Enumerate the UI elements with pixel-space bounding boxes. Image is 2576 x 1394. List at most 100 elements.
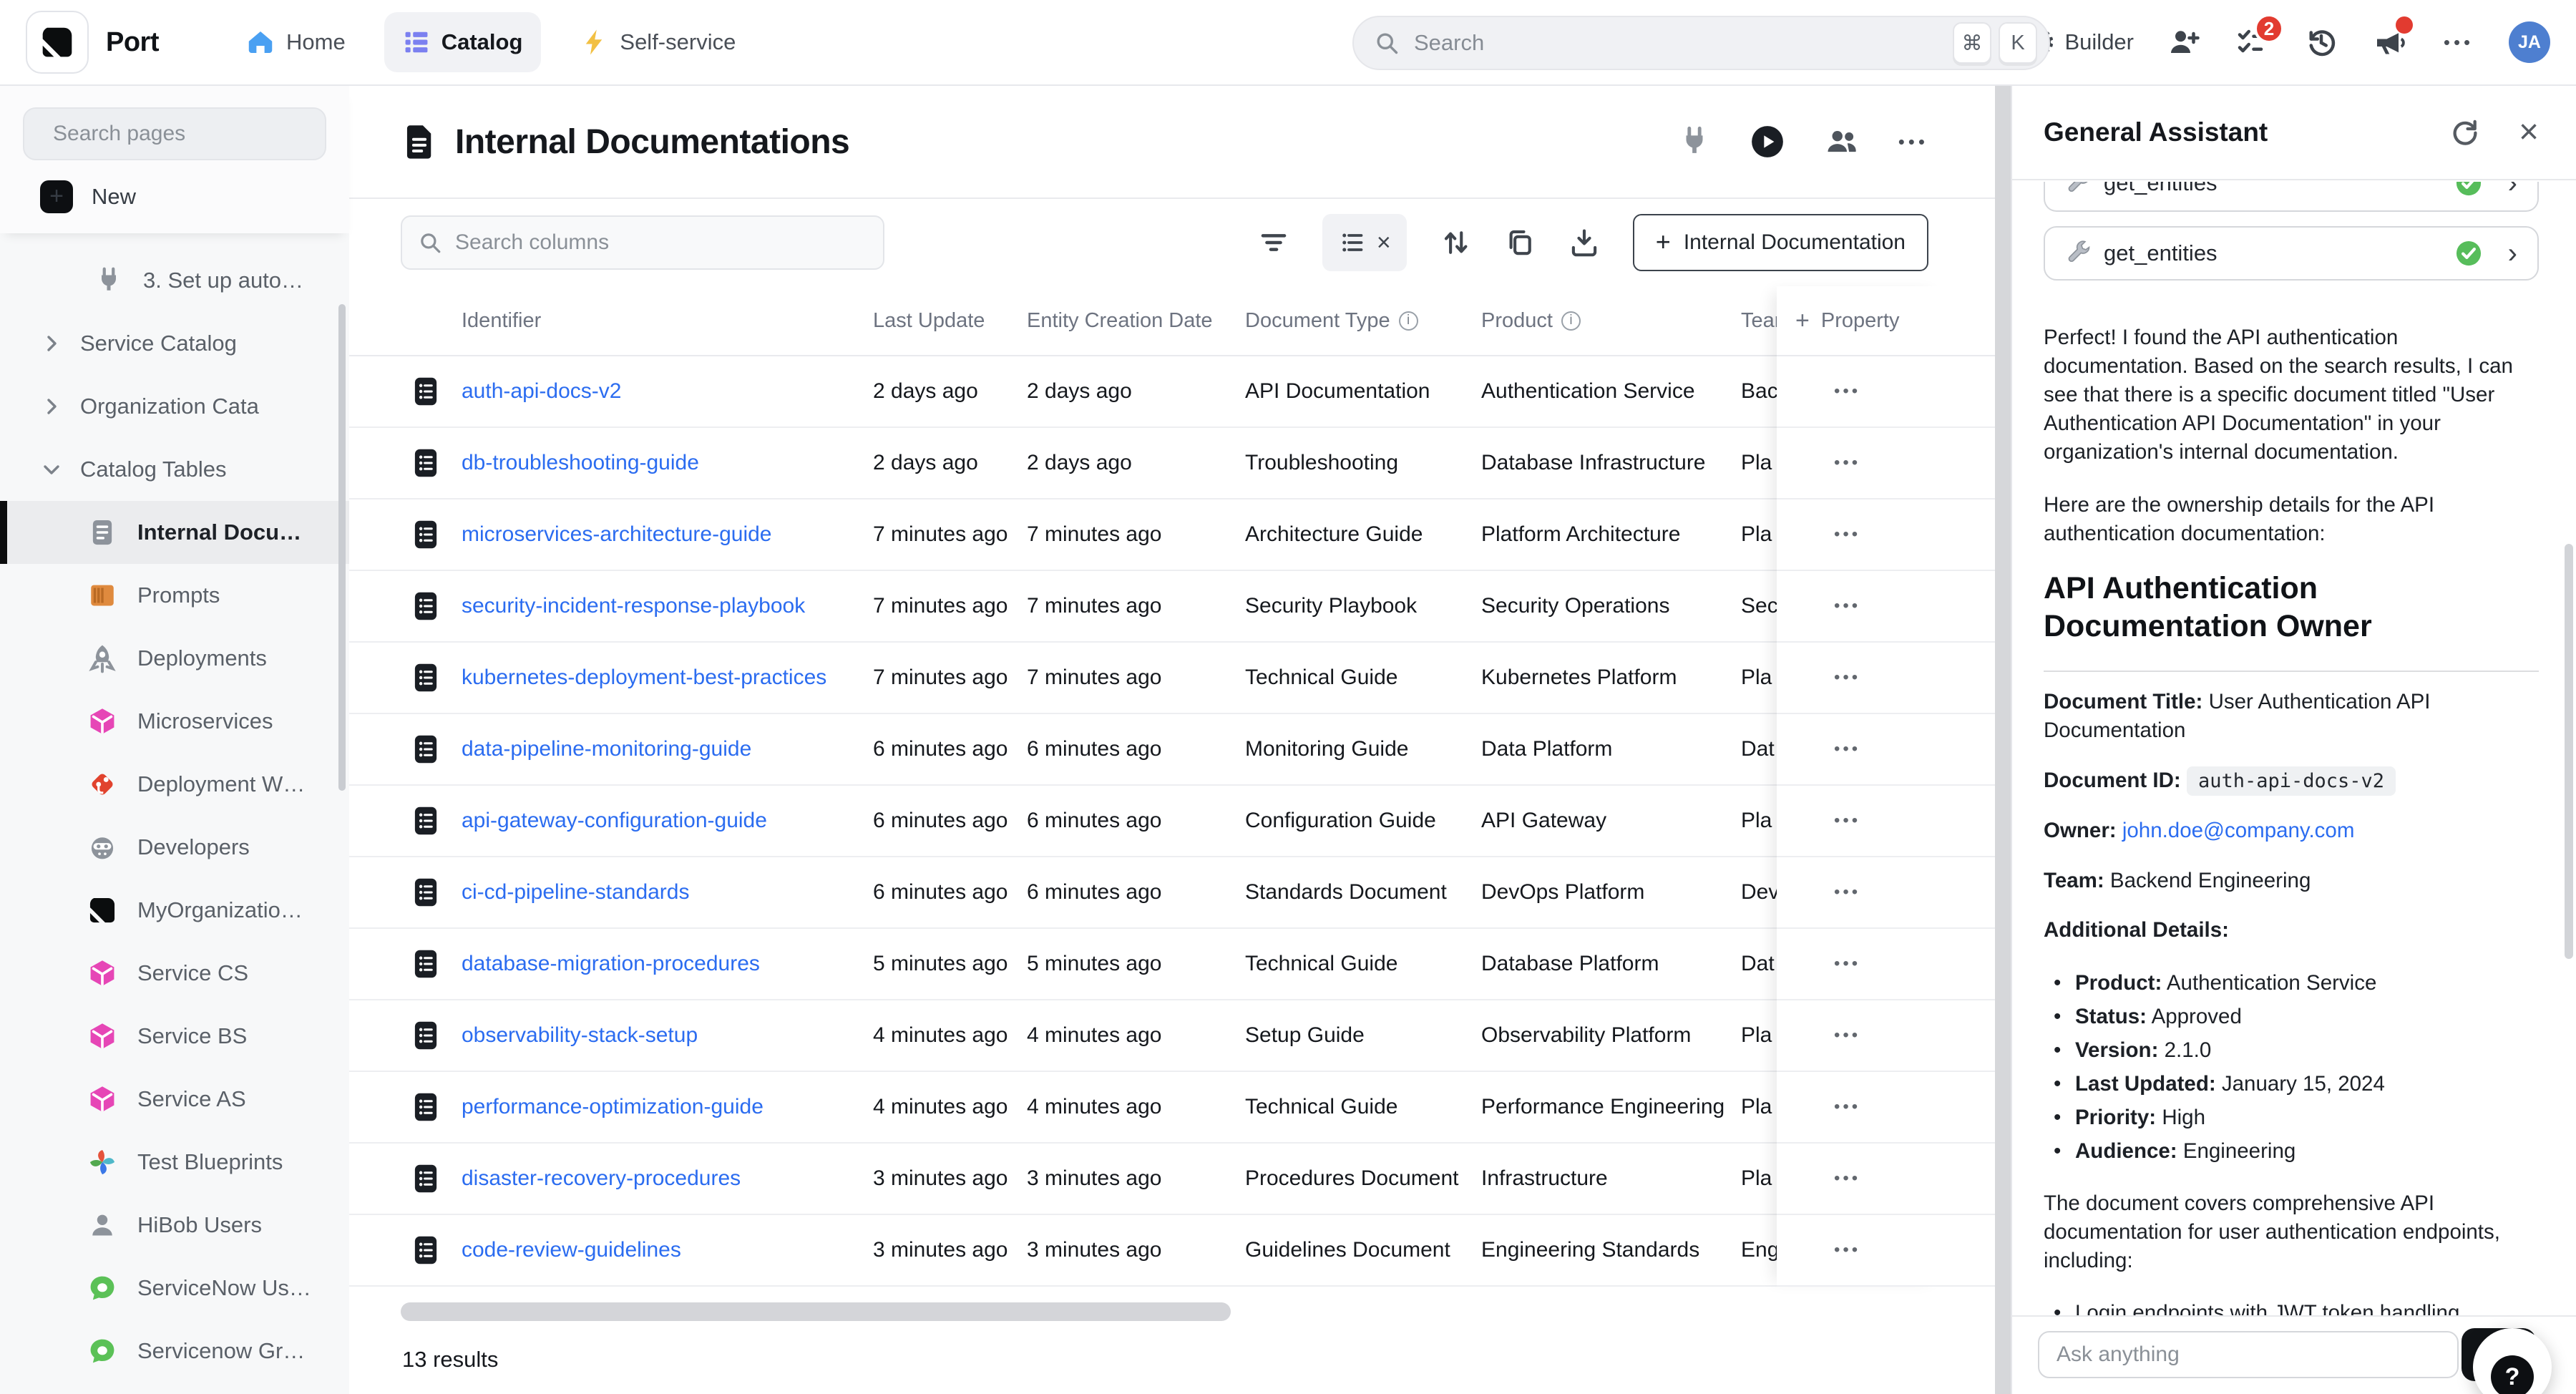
table-row[interactable]: database-migration-procedures 5 minutes … xyxy=(349,929,1995,1000)
row-menu-icon[interactable] xyxy=(1834,596,1860,616)
entity-link[interactable]: auth-api-docs-v2 xyxy=(462,379,621,403)
entity-link[interactable]: microservices-architecture-guide xyxy=(462,522,771,546)
help-fab[interactable] xyxy=(2473,1328,2552,1394)
tab-catalog[interactable]: Catalog xyxy=(384,12,542,72)
col-identifier[interactable]: Identifier xyxy=(462,309,873,333)
page-more-button[interactable] xyxy=(1898,131,1928,153)
table-row[interactable]: ci-cd-pipeline-standards 6 minutes ago 6… xyxy=(349,857,1995,929)
invite-users-button[interactable] xyxy=(2165,24,2202,61)
history-button[interactable] xyxy=(2303,24,2340,61)
sidebar-item-servicenow-users[interactable]: ServiceNow Us… xyxy=(0,1257,349,1320)
entity-link[interactable]: performance-optimization-guide xyxy=(462,1095,763,1118)
user-avatar[interactable]: JA xyxy=(2509,21,2550,63)
row-menu-icon[interactable] xyxy=(1834,525,1860,545)
copy-icon[interactable] xyxy=(1504,227,1536,258)
table-row[interactable]: performance-optimization-guide 4 minutes… xyxy=(349,1072,1995,1144)
plug-icon[interactable] xyxy=(1678,125,1711,158)
row-menu-icon[interactable] xyxy=(1834,453,1860,473)
sidebar-item-setup-auto[interactable]: 3. Set up auto… xyxy=(0,249,349,312)
entity-link[interactable]: db-troubleshooting-guide xyxy=(462,451,699,474)
entity-link[interactable]: ci-cd-pipeline-standards xyxy=(462,880,690,904)
entity-link[interactable]: kubernetes-deployment-best-practices xyxy=(462,666,826,689)
row-menu-icon[interactable] xyxy=(1834,381,1860,401)
table-row[interactable]: disaster-recovery-procedures 3 minutes a… xyxy=(349,1144,1995,1215)
row-menu-icon[interactable] xyxy=(1834,811,1860,831)
col-product[interactable]: Producti xyxy=(1481,309,1741,333)
add-property-button[interactable]: Property xyxy=(1777,286,1946,356)
group-by-control[interactable] xyxy=(1322,214,1407,271)
tab-self-service[interactable]: Self-service xyxy=(561,12,754,72)
people-icon[interactable] xyxy=(1824,124,1860,160)
column-search[interactable] xyxy=(401,215,884,270)
sidebar-item-myorganization[interactable]: MyOrganizatio… xyxy=(0,879,349,942)
horizontal-scrollbar[interactable] xyxy=(401,1302,1231,1321)
entity-link[interactable]: security-incident-response-playbook xyxy=(462,594,805,618)
table-row[interactable]: kubernetes-deployment-best-practices 7 m… xyxy=(349,643,1995,714)
entity-link[interactable]: data-pipeline-monitoring-guide xyxy=(462,737,751,761)
row-menu-icon[interactable] xyxy=(1834,739,1860,759)
row-menu-icon[interactable] xyxy=(1834,1025,1860,1046)
sidebar-search[interactable] xyxy=(23,107,326,160)
column-search-input[interactable] xyxy=(454,230,867,255)
table-row[interactable]: auth-api-docs-v2 2 days ago 2 days ago A… xyxy=(349,356,1995,428)
assistant-input[interactable] xyxy=(2038,1331,2459,1378)
new-page-button[interactable]: New xyxy=(0,180,349,213)
add-entity-button[interactable]: Internal Documentation xyxy=(1633,214,1928,271)
row-menu-icon[interactable] xyxy=(1834,1097,1860,1117)
row-menu-icon[interactable] xyxy=(1834,1169,1860,1189)
sidebar-search-input[interactable] xyxy=(52,121,331,147)
sidebar-item-service-bs[interactable]: Service BS xyxy=(0,1005,349,1068)
reset-icon[interactable] xyxy=(2449,116,2482,149)
entity-link[interactable]: observability-stack-setup xyxy=(462,1023,698,1047)
table-row[interactable]: db-troubleshooting-guide 2 days ago 2 da… xyxy=(349,428,1995,499)
sidebar-scrollbar[interactable] xyxy=(338,304,346,791)
sidebar-item-organization-catalog[interactable]: Organization Catalog xyxy=(0,375,349,438)
clear-icon[interactable] xyxy=(1377,229,1391,257)
table-row[interactable]: security-incident-response-playbook 7 mi… xyxy=(349,571,1995,643)
col-last-update[interactable]: Last Update xyxy=(873,309,1027,333)
col-entity-creation-date[interactable]: Entity Creation Date xyxy=(1027,309,1245,333)
close-icon[interactable] xyxy=(2519,115,2539,150)
col-document-type[interactable]: Document Typei xyxy=(1245,309,1481,333)
sort-icon[interactable] xyxy=(1440,227,1471,258)
nav-more-button[interactable] xyxy=(2440,24,2477,61)
download-icon[interactable] xyxy=(1568,227,1600,258)
tool-call-card[interactable]: get_entities xyxy=(2044,182,2539,212)
sidebar-item-service-as[interactable]: Service AS xyxy=(0,1068,349,1131)
announcements-button[interactable] xyxy=(2371,24,2409,61)
entity-link[interactable]: code-review-guidelines xyxy=(462,1238,681,1262)
port-logo[interactable] xyxy=(26,11,89,74)
global-search-input[interactable] xyxy=(1413,29,1946,57)
main-vertical-scrollbar[interactable] xyxy=(1995,86,2011,1394)
tasks-button[interactable]: 2 xyxy=(2234,24,2271,61)
sidebar-item-deployments[interactable]: Deployments xyxy=(0,627,349,690)
sidebar-item-catalog-tables[interactable]: Catalog Tables xyxy=(0,438,349,501)
sidebar-item-test-blueprints[interactable]: Test Blueprints xyxy=(0,1131,349,1194)
global-search[interactable]: ⌘ K xyxy=(1352,16,2050,70)
assistant-scrollbar[interactable] xyxy=(2565,544,2573,959)
table-row[interactable]: code-review-guidelines 3 minutes ago 3 m… xyxy=(349,1215,1995,1287)
sidebar-item-internal-documentations[interactable]: Internal Docu… xyxy=(0,501,349,564)
row-menu-icon[interactable] xyxy=(1834,1240,1860,1260)
table-row[interactable]: observability-stack-setup 4 minutes ago … xyxy=(349,1000,1995,1072)
sidebar-item-servicenow-groups[interactable]: Servicenow Gr… xyxy=(0,1320,349,1383)
sidebar-item-deployment-workflows[interactable]: Deployment W… xyxy=(0,753,349,816)
table-row[interactable]: data-pipeline-monitoring-guide 6 minutes… xyxy=(349,714,1995,786)
tab-home[interactable]: Home xyxy=(228,12,364,72)
entity-link[interactable]: database-migration-procedures xyxy=(462,952,760,975)
table-row[interactable]: microservices-architecture-guide 7 minut… xyxy=(349,499,1995,571)
row-menu-icon[interactable] xyxy=(1834,954,1860,974)
entity-link[interactable]: disaster-recovery-procedures xyxy=(462,1166,741,1190)
sidebar-item-microservices[interactable]: Microservices xyxy=(0,690,349,753)
owner-email-link[interactable]: john.doe@company.com xyxy=(2122,819,2355,842)
row-menu-icon[interactable] xyxy=(1834,882,1860,902)
tool-call-card[interactable]: get_entities xyxy=(2044,226,2539,281)
entity-link[interactable]: api-gateway-configuration-guide xyxy=(462,809,767,832)
filter-icon[interactable] xyxy=(1258,227,1289,258)
play-icon[interactable] xyxy=(1750,124,1785,160)
sidebar-item-service-catalog[interactable]: Service Catalog xyxy=(0,312,349,375)
table-row[interactable]: api-gateway-configuration-guide 6 minute… xyxy=(349,786,1995,857)
row-menu-icon[interactable] xyxy=(1834,668,1860,688)
sidebar-item-hibob-users[interactable]: HiBob Users xyxy=(0,1194,349,1257)
sidebar-item-prompts[interactable]: Prompts xyxy=(0,564,349,627)
